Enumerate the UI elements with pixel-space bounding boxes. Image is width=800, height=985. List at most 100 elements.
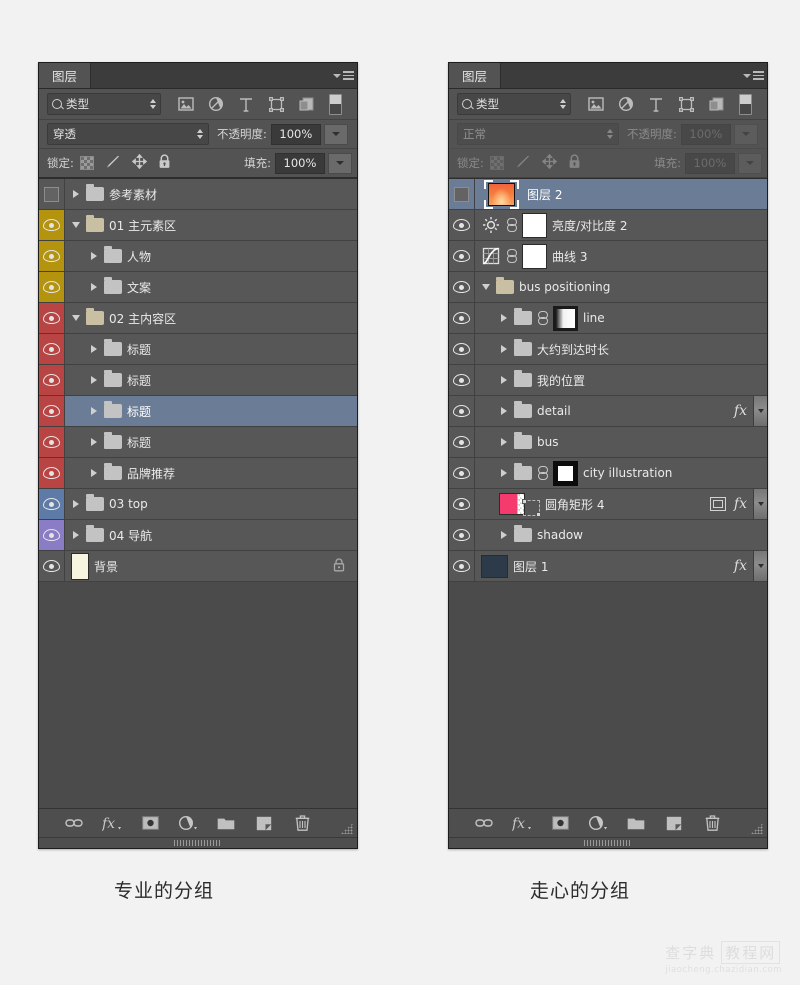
fx-badge-icon[interactable]: fx	[728, 396, 753, 426]
shape-filter-icon[interactable]	[677, 95, 697, 113]
folder-icon[interactable]	[626, 813, 646, 833]
adjustment-filter-icon[interactable]	[616, 95, 636, 113]
layer-thumbnail[interactable]	[499, 493, 525, 515]
mask-link-icon[interactable]	[506, 249, 517, 263]
panel-bottom-strip-right[interactable]	[449, 837, 767, 848]
adjustment-icon[interactable]	[588, 813, 608, 833]
layer-visibility-toggle[interactable]	[449, 241, 475, 271]
chevron-right-icon[interactable]	[499, 407, 509, 415]
layer-visibility-toggle[interactable]	[39, 210, 65, 240]
layer-row[interactable]: shadow	[449, 520, 767, 551]
layer-mask-thumbnail[interactable]	[553, 305, 578, 331]
layer-row[interactable]: 亮度/对比度 2	[449, 210, 767, 241]
layer-row[interactable]: 标题	[39, 334, 357, 365]
layer-visibility-toggle[interactable]	[39, 303, 65, 333]
chevron-down-icon[interactable]	[71, 315, 81, 321]
blend-mode-select[interactable]: 穿透	[47, 123, 209, 145]
layer-visibility-toggle[interactable]	[39, 272, 65, 302]
layer-visibility-toggle[interactable]	[449, 551, 475, 581]
new-layer-icon[interactable]	[254, 813, 274, 833]
layer-row[interactable]: 曲线 3	[449, 241, 767, 272]
vector-mask-thumbnail[interactable]	[522, 499, 541, 517]
layer-list-right[interactable]: 图层 2 亮度/对比度 2 曲线 3 bus positioning line 大约到达时…	[449, 178, 767, 808]
layer-visibility-toggle[interactable]	[39, 179, 65, 209]
layer-visibility-toggle[interactable]	[39, 427, 65, 457]
layer-row[interactable]: city illustration	[449, 458, 767, 489]
new-layer-icon[interactable]	[664, 813, 684, 833]
chevron-right-icon[interactable]	[71, 531, 81, 539]
trash-icon[interactable]	[702, 813, 722, 833]
layer-visibility-toggle[interactable]	[449, 365, 475, 395]
layer-list-left[interactable]: 参考素材 01 主元素区 人物 文案 02 主内容区 标题 标题 标题 标题 品牌推荐 03 top…	[39, 178, 357, 808]
lock-transparency-icon[interactable]	[79, 156, 94, 170]
layer-visibility-toggle[interactable]	[449, 210, 475, 240]
layer-thumbnail[interactable]	[71, 552, 89, 580]
filter-toggle-switch[interactable]	[328, 93, 342, 115]
layer-visibility-toggle[interactable]	[39, 396, 65, 426]
fx-icon[interactable]: fx	[512, 813, 532, 833]
layer-visibility-toggle[interactable]	[449, 520, 475, 550]
layer-mask-thumbnail[interactable]	[522, 243, 547, 269]
filter-toggle-switch[interactable]	[738, 93, 752, 115]
layer-row[interactable]: bus positioning	[449, 272, 767, 303]
layer-row[interactable]: 品牌推荐	[39, 458, 357, 489]
layer-visibility-toggle[interactable]	[449, 334, 475, 364]
fill-dropdown-button[interactable]	[328, 152, 352, 174]
layer-row[interactable]: line	[449, 303, 767, 334]
tab-layers[interactable]: 图层	[39, 63, 92, 88]
fx-icon[interactable]: fx	[102, 813, 122, 833]
layer-mask-thumbnail[interactable]	[553, 460, 578, 486]
layer-visibility-toggle[interactable]	[449, 179, 475, 209]
mask-icon[interactable]	[140, 813, 160, 833]
resize-grip[interactable]	[341, 823, 353, 834]
layer-row[interactable]: 图层 1 fx	[449, 551, 767, 582]
layer-row[interactable]: 圆角矩形 4 fx	[449, 489, 767, 520]
layer-visibility-toggle[interactable]	[39, 365, 65, 395]
layer-visibility-toggle[interactable]	[39, 551, 65, 581]
chevron-down-icon[interactable]	[481, 284, 491, 290]
mask-link-icon[interactable]	[506, 218, 517, 232]
mask-link-icon[interactable]	[537, 466, 548, 480]
lock-all-icon[interactable]	[158, 154, 171, 172]
smartobject-filter-icon[interactable]	[707, 95, 727, 113]
lock-transparency-icon[interactable]	[489, 156, 504, 170]
layer-row[interactable]: 01 主元素区	[39, 210, 357, 241]
layer-visibility-toggle[interactable]	[449, 303, 475, 333]
folder-icon[interactable]	[216, 813, 236, 833]
chevron-down-icon[interactable]	[71, 222, 81, 228]
fill-dropdown-button[interactable]	[738, 152, 762, 174]
smartobject-filter-icon[interactable]	[297, 95, 317, 113]
effects-expander-button[interactable]	[753, 396, 767, 426]
layer-row[interactable]: 文案	[39, 272, 357, 303]
filter-kind-select[interactable]: 类型	[457, 93, 571, 115]
layer-visibility-toggle[interactable]	[449, 489, 475, 519]
layer-row[interactable]: detail fx	[449, 396, 767, 427]
opacity-input[interactable]: 100%	[680, 123, 731, 145]
opacity-dropdown-button[interactable]	[323, 123, 348, 145]
layer-thumbnail-selected[interactable]	[481, 179, 522, 209]
mask-link-icon[interactable]	[537, 311, 548, 325]
fx-badge-icon[interactable]: fx	[728, 489, 753, 519]
layer-visibility-toggle[interactable]	[449, 458, 475, 488]
layer-visibility-toggle[interactable]	[39, 458, 65, 488]
layer-visibility-toggle[interactable]	[449, 427, 475, 457]
layer-row[interactable]: 标题	[39, 365, 357, 396]
layer-row[interactable]: 图层 2	[449, 179, 767, 210]
chevron-right-icon[interactable]	[71, 500, 81, 508]
effects-expander-button[interactable]	[753, 489, 767, 519]
chevron-right-icon[interactable]	[89, 283, 99, 291]
pixel-filter-icon[interactable]	[176, 95, 196, 113]
lock-all-icon[interactable]	[568, 154, 581, 172]
pixel-filter-icon[interactable]	[586, 95, 606, 113]
chevron-right-icon[interactable]	[89, 407, 99, 415]
tab-layers[interactable]: 图层	[449, 63, 502, 88]
layer-visibility-toggle[interactable]	[39, 334, 65, 364]
link-icon[interactable]	[64, 813, 84, 833]
filter-kind-select[interactable]: 类型	[47, 93, 161, 115]
panel-menu-button[interactable]	[739, 63, 767, 88]
fx-badge-icon[interactable]: fx	[728, 551, 753, 581]
chevron-right-icon[interactable]	[89, 252, 99, 260]
fill-input[interactable]: 100%	[685, 152, 735, 174]
layer-row[interactable]: 03 top	[39, 489, 357, 520]
layer-row[interactable]: 02 主内容区	[39, 303, 357, 334]
